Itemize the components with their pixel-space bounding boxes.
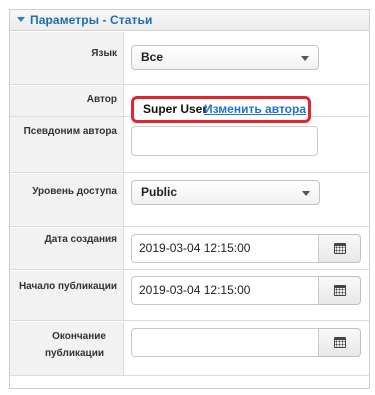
- language-select[interactable]: Все: [131, 45, 319, 70]
- chevron-down-icon: [302, 191, 310, 196]
- calendar-icon: [334, 337, 346, 348]
- created-calendar-button[interactable]: [319, 234, 361, 263]
- publish-down-input[interactable]: [131, 328, 319, 357]
- publish-down-calendar-button[interactable]: [319, 328, 361, 357]
- row-alias: Псевдоним автора: [10, 117, 369, 173]
- article-options-panel: Параметры - Статьи Язык Все Автор Super …: [9, 9, 370, 389]
- author-name: Super User: [143, 102, 208, 116]
- row-access: Уровень доступа Public: [10, 174, 369, 227]
- panel-header[interactable]: Параметры - Статьи: [10, 10, 369, 31]
- panel-title: Параметры - Статьи: [30, 13, 153, 27]
- change-author-link[interactable]: Изменить автора: [204, 102, 306, 116]
- label-access: Уровень доступа: [10, 174, 124, 226]
- collapse-toggle-icon[interactable]: [17, 17, 25, 22]
- created-date-input[interactable]: 2019-03-04 12:15:00: [131, 234, 319, 263]
- label-author: Автор: [10, 86, 124, 116]
- calendar-icon: [334, 285, 346, 296]
- calendar-icon: [334, 243, 346, 254]
- label-publish-up: Начало публикации: [10, 271, 124, 320]
- label-language: Язык: [10, 32, 124, 84]
- label-created: Дата создания: [10, 228, 124, 269]
- access-select[interactable]: Public: [131, 180, 320, 205]
- row-language: Язык Все: [10, 32, 369, 85]
- row-publish-down: Окончание публикации: [10, 322, 369, 376]
- author-alias-input[interactable]: [131, 126, 318, 156]
- row-created: Дата создания 2019-03-04 12:15:00: [10, 228, 369, 270]
- publish-up-input[interactable]: 2019-03-04 12:15:00: [131, 276, 319, 305]
- row-publish-up: Начало публикации 2019-03-04 12:15:00: [10, 271, 369, 321]
- chevron-down-icon: [301, 56, 309, 61]
- label-alias: Псевдоним автора: [10, 117, 124, 172]
- publish-up-calendar-button[interactable]: [319, 276, 361, 305]
- label-publish-down: Окончание публикации: [10, 322, 124, 375]
